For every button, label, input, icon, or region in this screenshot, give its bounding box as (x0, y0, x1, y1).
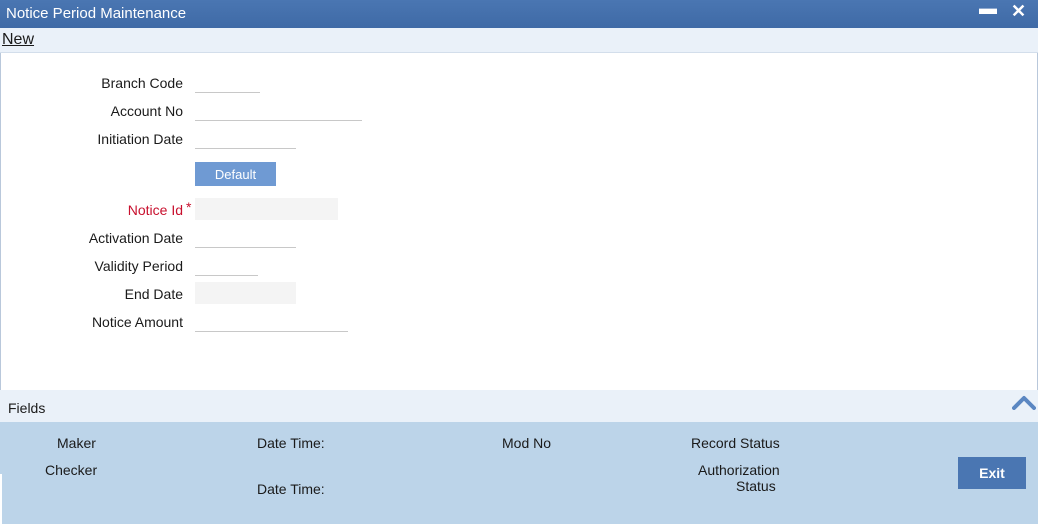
notice-amount-label: Notice Amount (91, 314, 183, 330)
activation-date-input[interactable] (195, 228, 296, 248)
close-icon[interactable]: ✕ (1011, 1, 1026, 22)
branch-code-label: Branch Code (101, 75, 183, 91)
activation-date-label: Activation Date (88, 230, 183, 246)
validity-period-input[interactable] (195, 256, 258, 276)
initiation-date-label: Initiation Date (97, 131, 183, 147)
initiation-date-input[interactable] (195, 129, 296, 149)
required-marker: * (186, 199, 192, 215)
end-date-label: End Date (124, 286, 183, 302)
maker-label: Maker (57, 435, 96, 451)
fields-label: Fields (8, 400, 46, 416)
maker-date-time-label: Date Time: (257, 435, 325, 451)
new-link[interactable]: New (2, 31, 34, 49)
notice-id-input[interactable] (195, 198, 338, 220)
audit-panel: Maker Checker Date Time: Date Time: Mod … (0, 422, 1038, 524)
notice-amount-input[interactable] (195, 312, 348, 332)
checker-date-time-label: Date Time: (257, 481, 325, 497)
default-button[interactable]: Default (195, 162, 276, 186)
authorization-label: Authorization (698, 462, 780, 478)
fields-bar: Fields (0, 390, 1038, 422)
window-titlebar: Notice Period Maintenance ▬ ✕ (0, 0, 1038, 28)
exit-button[interactable]: Exit (958, 457, 1026, 489)
account-no-input[interactable] (195, 101, 362, 121)
account-no-label: Account No (110, 103, 183, 119)
window-title: Notice Period Maintenance (6, 5, 187, 22)
notice-id-label: Notice Id (127, 202, 183, 218)
toolbar: New (0, 28, 1038, 53)
authorization-status-label: Status (736, 478, 776, 494)
validity-period-label: Validity Period (94, 258, 183, 274)
record-status-label: Record Status (691, 435, 780, 451)
minimize-icon[interactable]: ▬ (979, 0, 997, 19)
mod-no-label: Mod No (502, 435, 552, 451)
checker-label: Checker (45, 462, 98, 478)
panel-edge (0, 474, 2, 524)
chevron-up-icon[interactable] (1012, 394, 1036, 413)
branch-code-input[interactable] (195, 73, 260, 93)
end-date-input[interactable] (195, 282, 296, 304)
